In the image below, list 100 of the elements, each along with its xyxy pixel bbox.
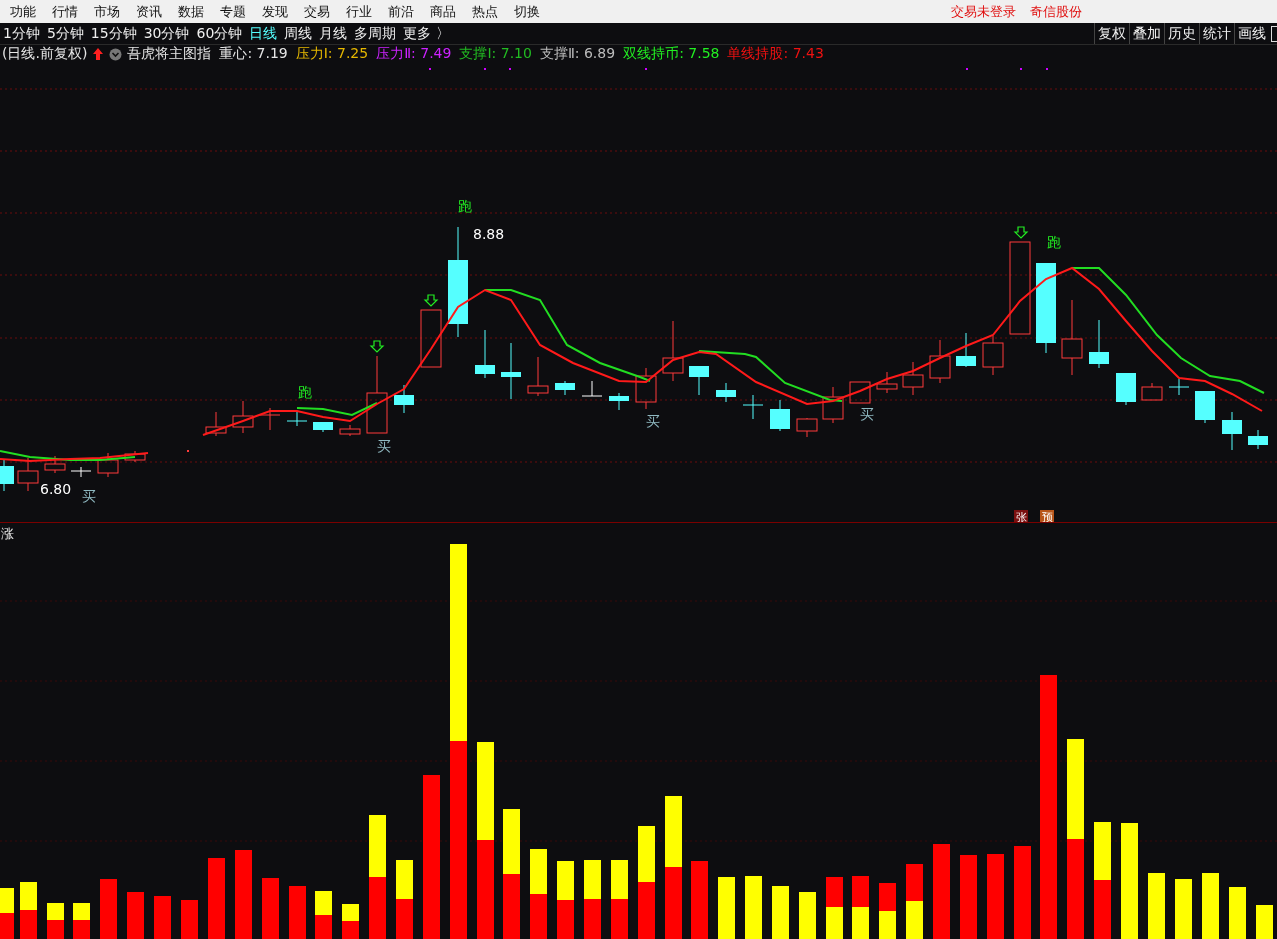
menu-item[interactable]: 商品	[430, 2, 456, 21]
status-link[interactable]: 交易未登录	[951, 2, 1016, 21]
candlestick	[1195, 390, 1215, 424]
indicator-value: 压力Ⅰ: 7.25	[295, 45, 369, 63]
volume-bar	[879, 883, 896, 939]
menu-item[interactable]: 前沿	[388, 2, 414, 21]
up-arrow-icon	[92, 47, 105, 61]
menu-item[interactable]: 资讯	[136, 2, 162, 21]
period-tab[interactable]: 60分钟	[196, 24, 243, 43]
menu-item[interactable]: 功能	[10, 2, 36, 21]
period-tab[interactable]: 日线	[249, 24, 278, 43]
volume-bar	[47, 903, 64, 939]
candlestick	[339, 424, 361, 437]
down-arrow-icon	[369, 340, 385, 353]
chart-label: 跑	[298, 384, 312, 400]
candlestick	[313, 421, 333, 433]
volume-bar	[1229, 887, 1246, 939]
candlestick	[259, 407, 281, 431]
menu-item[interactable]: 热点	[472, 2, 498, 21]
menu-item[interactable]: 发现	[262, 2, 288, 21]
menu-item[interactable]: 数据	[178, 2, 204, 21]
volume-bar	[100, 879, 117, 939]
volume-bar	[1148, 873, 1165, 939]
candlestick	[286, 410, 308, 427]
volume-bar	[0, 888, 14, 939]
candlestick	[555, 380, 575, 396]
indicator-value: 支撑Ⅰ: 7.10	[459, 45, 532, 63]
volume-bar	[154, 896, 171, 939]
menu-item[interactable]: 专题	[220, 2, 246, 21]
period-tab[interactable]: 更多 〉	[403, 24, 450, 43]
indicator-name: 吾虎将主图指	[127, 45, 212, 63]
volume-bar	[772, 886, 789, 939]
period-tab[interactable]: 30分钟	[143, 24, 190, 43]
volume-bar	[20, 882, 37, 939]
menu-item[interactable]: 行情	[52, 2, 78, 21]
candlestick	[1248, 429, 1268, 450]
volume-bar	[826, 877, 843, 939]
indicator-value: 重心: 7.19	[219, 45, 288, 63]
dropdown-circle-icon[interactable]	[109, 47, 123, 61]
candlestick	[902, 361, 924, 396]
candlestick	[929, 339, 951, 384]
chart-label: 6.80	[40, 481, 72, 497]
candlestick	[742, 394, 764, 420]
badge-label: 张	[1015, 511, 1027, 523]
candlestick	[581, 380, 603, 397]
candlestick	[849, 381, 871, 404]
chart-label: 8.88	[473, 226, 505, 242]
chart-label: 买	[377, 438, 391, 454]
candlestick	[609, 392, 629, 411]
candlestick	[982, 335, 1004, 376]
toolbar-button[interactable]: 画线	[1234, 23, 1269, 44]
down-arrow-icon	[423, 294, 439, 307]
volume-label: 涨	[1, 525, 14, 543]
volume-bar	[718, 877, 735, 939]
indicator-value: 单线持股: 7.43	[727, 45, 824, 63]
menu-item[interactable]: 切换	[514, 2, 540, 21]
chart-label: 买	[82, 488, 96, 504]
candlestick	[716, 382, 736, 403]
indicator-value: 双线持币: 7.58	[623, 45, 720, 63]
toolbar-button[interactable]: 复权	[1094, 23, 1129, 44]
candlestick	[635, 367, 657, 410]
candlestick	[689, 365, 709, 396]
candlestick	[1141, 382, 1163, 401]
toolbar-button[interactable]	[1271, 25, 1277, 42]
volume-bar	[127, 892, 144, 939]
period-tab[interactable]: 多周期	[354, 24, 397, 43]
volume-bar	[799, 892, 816, 939]
candlestick	[205, 411, 227, 437]
candlestick	[97, 452, 119, 478]
volume-bar	[1256, 905, 1273, 939]
status-link[interactable]: 奇信股份	[1030, 2, 1082, 21]
period-tab[interactable]: 15分钟	[90, 24, 137, 43]
menu-item[interactable]: 行业	[346, 2, 372, 21]
candlestick	[527, 356, 549, 397]
volume-bar	[1175, 879, 1192, 939]
candlestick	[70, 466, 92, 478]
candlestick	[956, 332, 976, 368]
volume-bar	[745, 876, 762, 939]
candlestick	[232, 400, 254, 434]
chart-label: 买	[860, 406, 874, 422]
menu-item[interactable]: 市场	[94, 2, 120, 21]
candlestick	[662, 320, 684, 382]
volume-bar	[315, 891, 332, 939]
period-tab[interactable]: 5分钟	[46, 24, 84, 43]
candlestick	[1222, 411, 1242, 451]
volume-bar	[852, 876, 869, 939]
menu-item[interactable]: 交易	[304, 2, 330, 21]
candlestick	[1089, 319, 1109, 369]
toolbar-button[interactable]: 统计	[1199, 23, 1234, 44]
toolbar-button[interactable]: 历史	[1164, 23, 1199, 44]
candlestick	[770, 399, 790, 432]
period-tab[interactable]: 月线	[319, 24, 348, 43]
period-tab[interactable]: 1分钟	[3, 24, 40, 43]
volume-bar	[1202, 873, 1219, 939]
volume-bar	[181, 900, 198, 939]
candlestick	[187, 450, 189, 452]
period-tab[interactable]: 周线	[284, 24, 313, 43]
badge-label: 预	[1041, 511, 1053, 523]
candlestick	[796, 417, 818, 438]
chart-label: 跑	[458, 198, 472, 214]
